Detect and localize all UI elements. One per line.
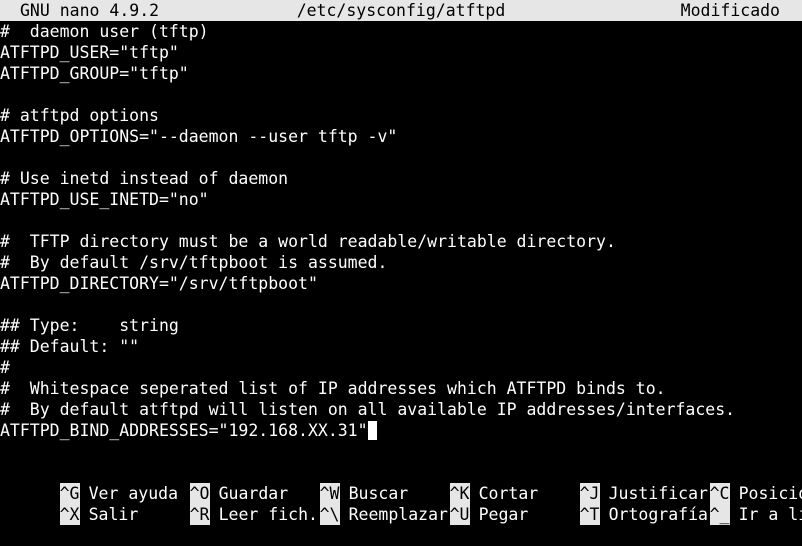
shortcut-key: ^\ bbox=[319, 504, 340, 525]
editor-line[interactable]: ATFTPD_USE_INETD="no" bbox=[0, 189, 802, 210]
shortcut-label: Ir a línea bbox=[738, 505, 802, 524]
editor-line[interactable]: ATFTPD_DIRECTORY="/srv/tftpboot" bbox=[0, 273, 802, 294]
shortcut-search[interactable]: ^W Buscar bbox=[260, 462, 408, 504]
shortcut-paste[interactable]: ^U Pegar bbox=[390, 483, 528, 525]
editor-line[interactable]: # atftpd options bbox=[0, 105, 802, 126]
editor-line[interactable]: # bbox=[0, 357, 802, 378]
shortcut-key: ^R bbox=[189, 504, 210, 525]
editor-line[interactable]: # daemon user (tftp) bbox=[0, 21, 802, 42]
shortcut-cut[interactable]: ^K Cortar bbox=[390, 462, 538, 504]
editor-line[interactable]: ATFTPD_OPTIONS="--daemon --user tftp -v" bbox=[0, 126, 802, 147]
editor-line[interactable]: # By default /srv/tftpboot is assumed. bbox=[0, 252, 802, 273]
editor-line[interactable]: # By default atftpd will listen on all a… bbox=[0, 399, 802, 420]
shortcut-position[interactable]: ^CPosición bbox=[650, 462, 802, 504]
editor-line[interactable]: ## Default: "" bbox=[0, 336, 802, 357]
shortcut-bar: ^G Ver ayuda ^O Guardar ^W Buscar ^K Cortar … bbox=[0, 462, 802, 525]
shortcut-key: ^U bbox=[449, 504, 470, 525]
shortcut-goto-line[interactable]: ^_ Ir a línea bbox=[650, 483, 802, 525]
modified-status: Modificado bbox=[680, 1, 780, 20]
editor-line[interactable] bbox=[0, 84, 802, 105]
editor-line[interactable]: ATFTPD_GROUP="tftp" bbox=[0, 63, 802, 84]
editor-line[interactable]: ## Type: string bbox=[0, 315, 802, 336]
editor-line-text[interactable]: ATFTPD_BIND_ADDRESSES="192.168.XX.31" bbox=[0, 421, 368, 440]
editor-line[interactable]: ATFTPD_USER="tftp" bbox=[0, 42, 802, 63]
editor-line[interactable]: # Whitespace seperated list of IP addres… bbox=[0, 378, 802, 399]
editor-line[interactable]: # Use inetd instead of daemon bbox=[0, 168, 802, 189]
editor-line[interactable] bbox=[0, 210, 802, 231]
text-cursor bbox=[367, 421, 377, 440]
shortcut-row: ^G Ver ayuda ^O Guardar ^W Buscar ^K Cortar … bbox=[0, 462, 802, 504]
title-bar: GNU nano 4.9.2 /etc/sysconfig/atftpd Mod… bbox=[0, 0, 802, 21]
shortcut-row: ^X Salir ^R Leer fich. ^\ Reemplazar ^U Pega… bbox=[0, 483, 802, 525]
editor-line[interactable] bbox=[0, 147, 802, 168]
editor-line[interactable] bbox=[0, 294, 802, 315]
editor-area[interactable]: # daemon user (tftp) ATFTPD_USER="tftp" … bbox=[0, 21, 802, 441]
editor-line[interactable]: # TFTP directory must be a world readabl… bbox=[0, 231, 802, 252]
shortcut-exit[interactable]: ^X Salir bbox=[0, 483, 138, 525]
shortcut-key: ^X bbox=[59, 504, 80, 525]
editor-line-current[interactable]: ATFTPD_BIND_ADDRESSES="192.168.XX.31" bbox=[0, 420, 802, 441]
shortcut-key: ^T bbox=[579, 504, 600, 525]
shortcut-key: ^_ bbox=[709, 504, 730, 525]
